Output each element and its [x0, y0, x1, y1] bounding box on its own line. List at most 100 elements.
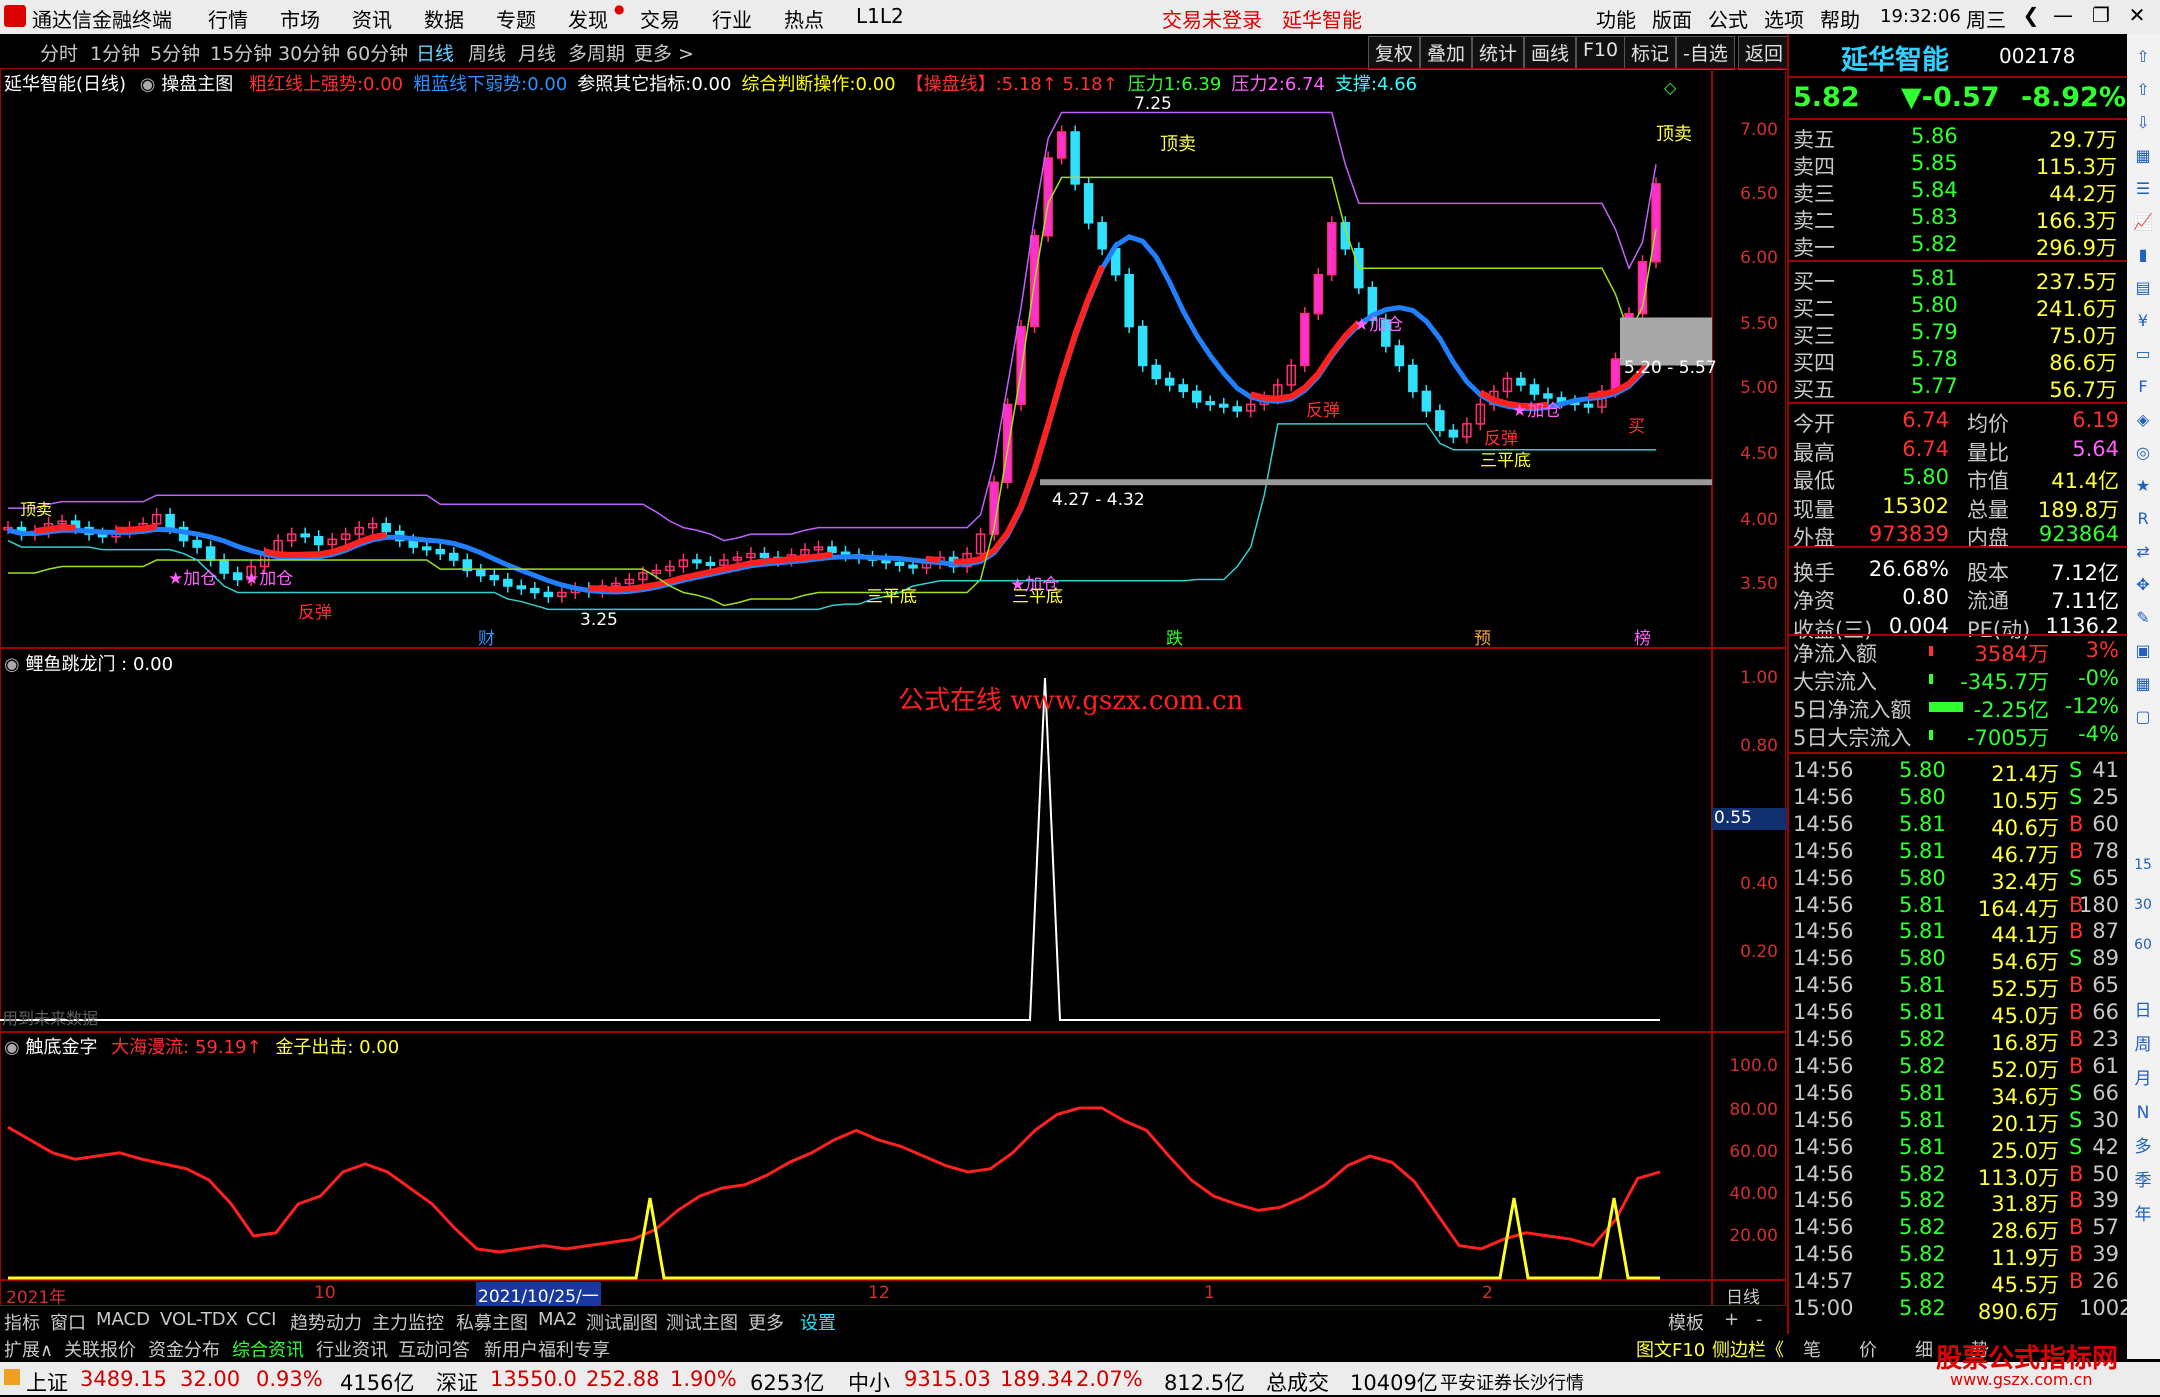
ext-tab-6[interactable]: 新用户福利专享 — [484, 1336, 610, 1362]
candle-body[interactable] — [1435, 410, 1445, 432]
period-15min[interactable]: 15分钟 — [210, 39, 272, 66]
candle-body[interactable] — [1313, 273, 1324, 315]
period-weekly[interactable]: 周线 — [468, 39, 506, 66]
sub2-name[interactable]: 触底金字 — [25, 1037, 97, 1058]
candle-body[interactable] — [313, 535, 324, 546]
menu-item-function[interactable]: 功能 — [1596, 4, 1636, 33]
f10-icon[interactable]: F — [2132, 376, 2154, 398]
arrow-up-icon[interactable]: ⇧ — [2132, 46, 2154, 68]
indicator-tab-10[interactable]: 测试主图 — [666, 1309, 738, 1335]
ext-tab-0[interactable]: 扩展∧ — [4, 1336, 53, 1362]
menu-item-market[interactable]: 市场 — [280, 4, 320, 33]
ext-f10[interactable]: 图文F10 — [1636, 1336, 1705, 1362]
finance-icon[interactable]: ¥ — [2132, 310, 2154, 332]
btn-overlay[interactable]: 叠加 — [1420, 36, 1473, 70]
grid-2-icon[interactable]: ▦ — [2132, 673, 2154, 695]
ext-tab-2[interactable]: 资金分布 — [148, 1336, 220, 1362]
btn-draw[interactable]: 画线 — [1524, 36, 1577, 70]
menu-item-options[interactable]: 选项 — [1764, 4, 1804, 33]
period-monthly[interactable]: 月线 — [518, 39, 556, 66]
btn-stats[interactable]: 统计 — [1472, 36, 1525, 70]
carp-dragon-gate-indicator[interactable] — [0, 677, 1660, 1021]
menu-item-layout[interactable]: 版面 — [1652, 4, 1692, 33]
document-icon[interactable]: ▭ — [2132, 343, 2154, 365]
candle-body[interactable] — [1151, 364, 1161, 380]
close-icon[interactable]: ✕ — [2122, 3, 2152, 31]
restore-icon[interactable]: ❐ — [2086, 3, 2116, 31]
menu-item-data[interactable]: 数据 — [424, 4, 464, 33]
candle-body[interactable] — [1070, 131, 1080, 185]
tabbar-right-0[interactable]: 模板 — [1668, 1309, 1704, 1335]
candle-body[interactable] — [1516, 377, 1526, 386]
candle-body[interactable] — [1448, 429, 1459, 438]
table-icon[interactable]: ▤ — [2132, 277, 2154, 299]
candle-body[interactable] — [827, 546, 837, 554]
ext-tab-5[interactable]: 互动问答 — [398, 1336, 470, 1362]
period-multi[interactable]: 多周期 — [568, 39, 625, 66]
candle-body[interactable] — [476, 569, 486, 577]
candle-body[interactable] — [422, 546, 432, 551]
period-side-2[interactable]: 月 — [2132, 1068, 2154, 1090]
period-more[interactable]: 更多 > — [634, 39, 694, 66]
period-30min[interactable]: 30分钟 — [278, 39, 340, 66]
indicator-tab-7[interactable]: 私募主图 — [456, 1309, 528, 1335]
chip-icon[interactable]: ◈ — [2132, 409, 2154, 431]
period-timeshare[interactable]: 分时 — [40, 39, 78, 66]
candle-body[interactable] — [1529, 384, 1540, 395]
candlestick-chart[interactable] — [3, 111, 1712, 611]
minute-side-15-icon[interactable]: 15 — [2132, 854, 2154, 876]
candle-body[interactable] — [759, 552, 770, 559]
candle-body[interactable] — [435, 548, 446, 555]
indicator-tab-9[interactable]: 测试副图 — [586, 1309, 658, 1335]
arrow-down-icon[interactable]: ⇩ — [2132, 112, 2154, 134]
indicator-tab-12[interactable]: 设置 — [800, 1309, 836, 1335]
period-5min[interactable]: 5分钟 — [150, 39, 200, 66]
ext-tab-4[interactable]: 行业资讯 — [316, 1336, 388, 1362]
candle-body[interactable] — [503, 578, 513, 587]
candle-body[interactable] — [1164, 377, 1175, 386]
candle-body[interactable] — [1651, 183, 1661, 263]
period-side-4[interactable]: 多 — [2132, 1136, 2154, 1158]
candle-body[interactable] — [219, 559, 229, 574]
candle-body[interactable] — [449, 552, 459, 561]
candle-body[interactable] — [1097, 222, 1107, 250]
list-icon[interactable]: ☰ — [2132, 178, 2154, 200]
sz-label[interactable]: 深证 — [436, 1367, 478, 1397]
minute-side-60-icon[interactable]: 60 — [2132, 934, 2154, 956]
chart-canvas[interactable] — [0, 68, 1786, 1306]
candle-body[interactable] — [205, 546, 216, 561]
candle-body[interactable] — [1137, 325, 1148, 367]
menu-item-formula[interactable]: 公式 — [1708, 4, 1748, 33]
move-icon[interactable]: ✥ — [2132, 574, 2154, 596]
marker-board[interactable]: 榜 — [1634, 624, 1651, 649]
tab-ticks[interactable]: 笔 — [1803, 1336, 1821, 1362]
menu-item-hot[interactable]: 热点 — [784, 4, 824, 33]
candle-body[interactable] — [516, 585, 527, 590]
candle-body[interactable] — [1232, 406, 1242, 412]
candle-body[interactable] — [1218, 403, 1229, 408]
period-daily[interactable]: 日线 — [416, 39, 454, 66]
candle-body[interactable] — [1408, 364, 1418, 393]
line-chart-icon[interactable]: 📈 — [2132, 211, 2154, 233]
tab-price[interactable]: 价 — [1859, 1336, 1877, 1362]
candle-body[interactable] — [1300, 312, 1310, 367]
candle-body[interactable] — [1327, 222, 1337, 276]
ext-tab-3[interactable]: 综合资讯 — [232, 1336, 304, 1362]
indicator-tab-6[interactable]: 主力监控 — [372, 1309, 444, 1335]
menu-item-topics[interactable]: 专题 — [496, 4, 536, 33]
period-1min[interactable]: 1分钟 — [90, 39, 140, 66]
menu-item-industry[interactable]: 行业 — [712, 4, 752, 33]
period-side-5[interactable]: 季 — [2132, 1170, 2154, 1192]
rsi-icon[interactable]: R — [2132, 508, 2154, 530]
bottom-gold-indicator[interactable] — [7, 1106, 1661, 1280]
grid-icon[interactable]: ▦ — [2132, 145, 2154, 167]
btn-mark[interactable]: 标记 — [1624, 36, 1677, 70]
btn-back[interactable]: 返回 — [1738, 36, 1791, 70]
login-status[interactable]: 交易未登录 — [1162, 4, 1262, 33]
tabbar-right-1[interactable]: + — [1724, 1309, 1739, 1330]
candle-body[interactable] — [300, 533, 310, 538]
indicator-tab-5[interactable]: 趋势动力 — [290, 1309, 362, 1335]
candle-body[interactable] — [530, 587, 540, 594]
btn-restore-rights[interactable]: 复权 — [1368, 36, 1421, 70]
indicator-tab-3[interactable]: VOL-TDX — [160, 1309, 238, 1330]
